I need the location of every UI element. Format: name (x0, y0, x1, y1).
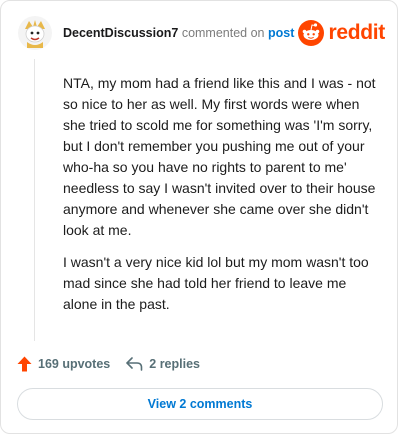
reddit-alien-icon (298, 20, 325, 46)
username-link[interactable]: DecentDiscussion7 (63, 26, 178, 40)
reddit-wordmark: reddit (328, 21, 385, 44)
upvote-count: 169 upvotes (38, 357, 111, 371)
reddit-logo[interactable]: reddit (298, 19, 385, 47)
comment-paragraph-1: NTA, my mom had a friend like this and I… (63, 75, 376, 238)
commented-on-label: commented on (181, 26, 265, 40)
comment-paragraph-2: I wasn't a very nice kid lol but my mom … (63, 254, 369, 312)
post-link[interactable]: post (268, 26, 294, 40)
reply-count: 2 replies (149, 357, 200, 371)
comment-actions: 169 upvotes 2 replies (17, 353, 200, 375)
thread-line[interactable] (34, 59, 35, 341)
comment-header: DecentDiscussion7 commented on post redd… (17, 15, 385, 51)
reply-arrow-icon (126, 357, 143, 371)
comment-meta: DecentDiscussion7 commented on post (63, 26, 294, 40)
upvote-button[interactable]: 169 upvotes (17, 356, 110, 372)
view-comments-button[interactable]: View 2 comments (17, 388, 383, 420)
comment-body: NTA, my mom had a friend like this and I… (63, 73, 383, 326)
upvote-arrow-icon (17, 356, 32, 372)
replies-button[interactable]: 2 replies (126, 357, 200, 371)
comment-card: DecentDiscussion7 commented on post redd… (0, 0, 398, 434)
user-avatar-icon[interactable] (17, 15, 53, 51)
